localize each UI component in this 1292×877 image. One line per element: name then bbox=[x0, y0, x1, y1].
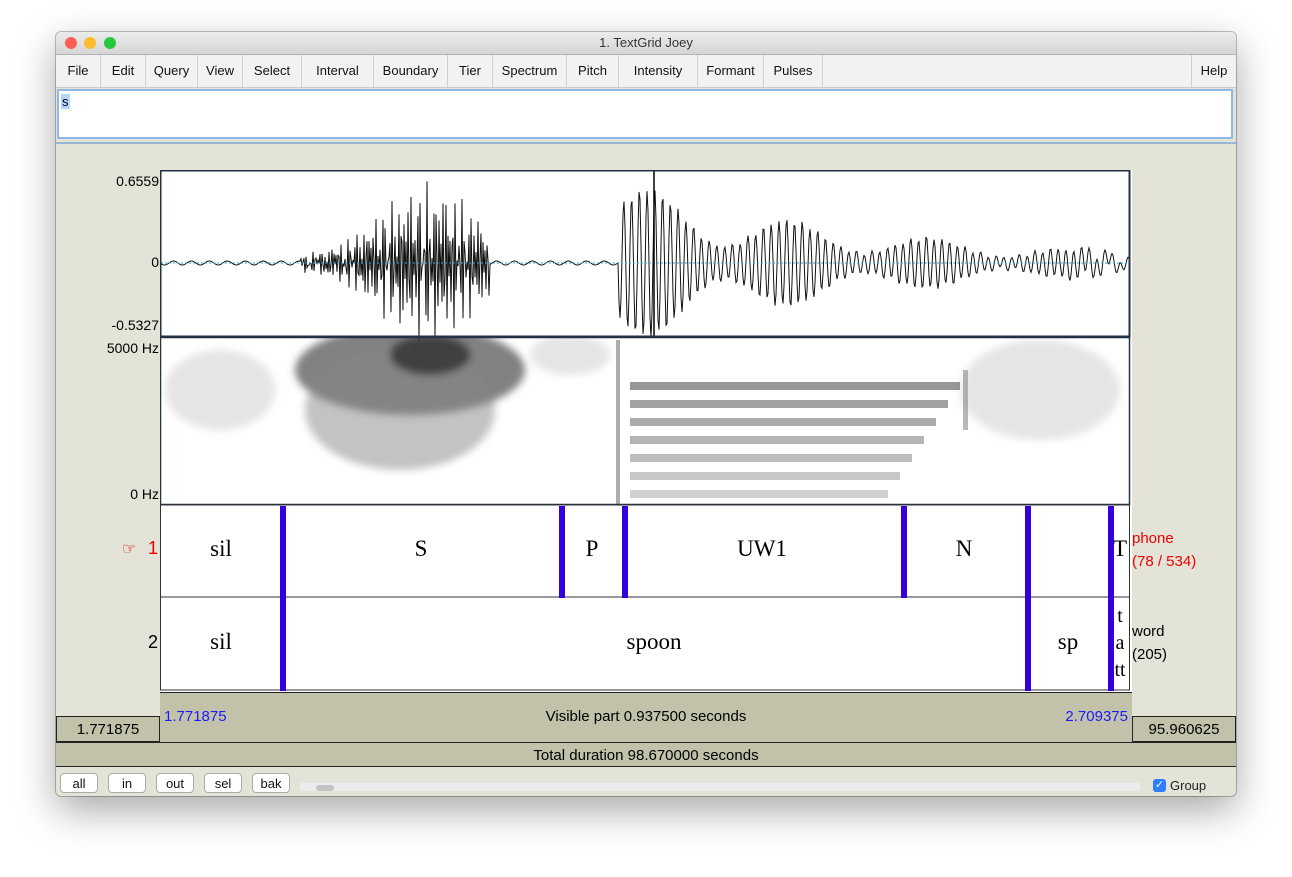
group-label: Group bbox=[1170, 778, 1207, 793]
menu-interval[interactable]: Interval bbox=[302, 55, 374, 87]
waveform-zero-label: 0 bbox=[151, 254, 159, 270]
interval-text-field[interactable]: s bbox=[57, 89, 1233, 139]
zoom-all-button[interactable]: all bbox=[60, 773, 98, 793]
menu-boundary[interactable]: Boundary bbox=[374, 55, 448, 87]
left-outside-bar[interactable]: 1.771875 bbox=[56, 716, 160, 742]
zoom-back-button[interactable]: bak bbox=[252, 773, 290, 793]
menu-query[interactable]: Query bbox=[146, 55, 198, 87]
spectrogram-bottom-label: 0 Hz bbox=[130, 486, 159, 502]
horizontal-scrollbar[interactable] bbox=[300, 783, 1140, 791]
tier-2-narrow-interval-line[interactable]: t bbox=[1117, 603, 1123, 630]
group-checkbox[interactable]: ✓ bbox=[1153, 779, 1166, 792]
tier-2-boundary[interactable] bbox=[1025, 598, 1031, 691]
tier-2-interval-text[interactable]: sil bbox=[210, 629, 232, 655]
tier-1-interval-text[interactable]: P bbox=[586, 536, 599, 562]
separator bbox=[56, 142, 1236, 144]
menu-view[interactable]: View bbox=[198, 55, 243, 87]
tier-2-interval-text[interactable]: spoon bbox=[627, 629, 682, 655]
window-title: 1. TextGrid Joey bbox=[599, 35, 693, 50]
text-field-value: s bbox=[61, 94, 70, 109]
selected-tier-pointer-icon: ☞ bbox=[122, 541, 137, 558]
tier-1-area[interactable] bbox=[160, 504, 1130, 598]
spectrogram-harmonic-band bbox=[630, 400, 948, 408]
menu-spectrum[interactable]: Spectrum bbox=[493, 55, 567, 87]
textgrid-editor-window: 1. TextGrid Joey File Edit Query View Se… bbox=[56, 32, 1236, 796]
visible-end-time: 2.709375 bbox=[1065, 708, 1128, 725]
menu-select[interactable]: Select bbox=[243, 55, 302, 87]
tier-1-count: (78 / 534) bbox=[1132, 553, 1197, 570]
tier-1-boundary[interactable] bbox=[280, 506, 286, 598]
tier-1-boundary[interactable] bbox=[901, 506, 907, 598]
menu-pulses[interactable]: Pulses bbox=[764, 55, 823, 87]
tier-2-name: word bbox=[1132, 623, 1165, 640]
tier-1-boundary[interactable] bbox=[559, 506, 565, 598]
tier-1-boundary[interactable] bbox=[1025, 506, 1031, 598]
signal-display[interactable] bbox=[160, 170, 1132, 692]
zoom-in-button[interactable]: in bbox=[108, 773, 146, 793]
tier-2-number[interactable]: 2 bbox=[148, 632, 158, 653]
tier-1-interval-text[interactable]: N bbox=[956, 536, 973, 562]
menu-formant[interactable]: Formant bbox=[698, 55, 764, 87]
tier-2-interval-text[interactable]: sp bbox=[1058, 629, 1078, 655]
menu-bar: File Edit Query View Select Interval Bou… bbox=[56, 55, 1236, 88]
right-outside-time: 95.960625 bbox=[1148, 721, 1220, 738]
menu-help[interactable]: Help bbox=[1191, 55, 1236, 87]
spectrogram-harmonic-band bbox=[630, 472, 900, 480]
zoom-out-button[interactable]: out bbox=[156, 773, 194, 793]
title-bar: 1. TextGrid Joey bbox=[56, 32, 1236, 55]
tier-2-boundary[interactable] bbox=[1108, 598, 1114, 691]
tier-1-name: phone bbox=[1132, 530, 1174, 547]
tier-1-interval-text[interactable]: S bbox=[415, 536, 428, 562]
spectrogram-harmonic-band bbox=[630, 490, 888, 498]
total-duration-bar[interactable]: Total duration 98.670000 seconds bbox=[56, 742, 1236, 767]
tier-2-narrow-interval-line[interactable]: a bbox=[1116, 630, 1125, 657]
tier-1-interval-text[interactable]: UW1 bbox=[737, 536, 787, 562]
tier-1-number[interactable]: 1 bbox=[148, 538, 158, 559]
total-duration-label: Total duration 98.670000 seconds bbox=[533, 747, 759, 764]
visible-part-label: Visible part 0.937500 seconds bbox=[545, 708, 747, 725]
scrollbar-thumb[interactable] bbox=[316, 785, 334, 791]
tier-1-interval-text[interactable]: sil bbox=[210, 536, 232, 562]
zoom-selection-button[interactable]: sel bbox=[204, 773, 242, 793]
menu-file[interactable]: File bbox=[56, 55, 101, 87]
menu-pitch[interactable]: Pitch bbox=[567, 55, 619, 87]
spectrogram-harmonic-band bbox=[630, 436, 924, 444]
tier-2-narrow-interval-line[interactable]: tt bbox=[1114, 657, 1125, 684]
spectrogram-harmonic-band bbox=[630, 454, 912, 462]
tier-2-boundary[interactable] bbox=[280, 598, 286, 691]
menu-tier[interactable]: Tier bbox=[448, 55, 493, 87]
tier-2-count: (205) bbox=[1132, 646, 1168, 663]
visible-part-bar[interactable]: 1.771875 Visible part 0.937500 seconds 2… bbox=[160, 692, 1132, 742]
menu-intensity[interactable]: Intensity bbox=[619, 55, 698, 87]
spectrogram-harmonic-band bbox=[630, 382, 960, 390]
waveform-max-label: 0.6559 bbox=[116, 173, 159, 189]
spectrogram-top-label: 5000 Hz bbox=[106, 340, 159, 356]
tier-1-boundary[interactable] bbox=[622, 506, 628, 598]
spectrogram-harmonic-band bbox=[630, 418, 936, 426]
waveform-min-label: -0.5327 bbox=[111, 317, 159, 333]
right-outside-bar[interactable]: 95.960625 bbox=[1132, 716, 1236, 742]
tier-1-interval-text[interactable]: T bbox=[1113, 536, 1127, 562]
left-outside-time: 1.771875 bbox=[76, 721, 140, 738]
menu-edit[interactable]: Edit bbox=[101, 55, 146, 87]
